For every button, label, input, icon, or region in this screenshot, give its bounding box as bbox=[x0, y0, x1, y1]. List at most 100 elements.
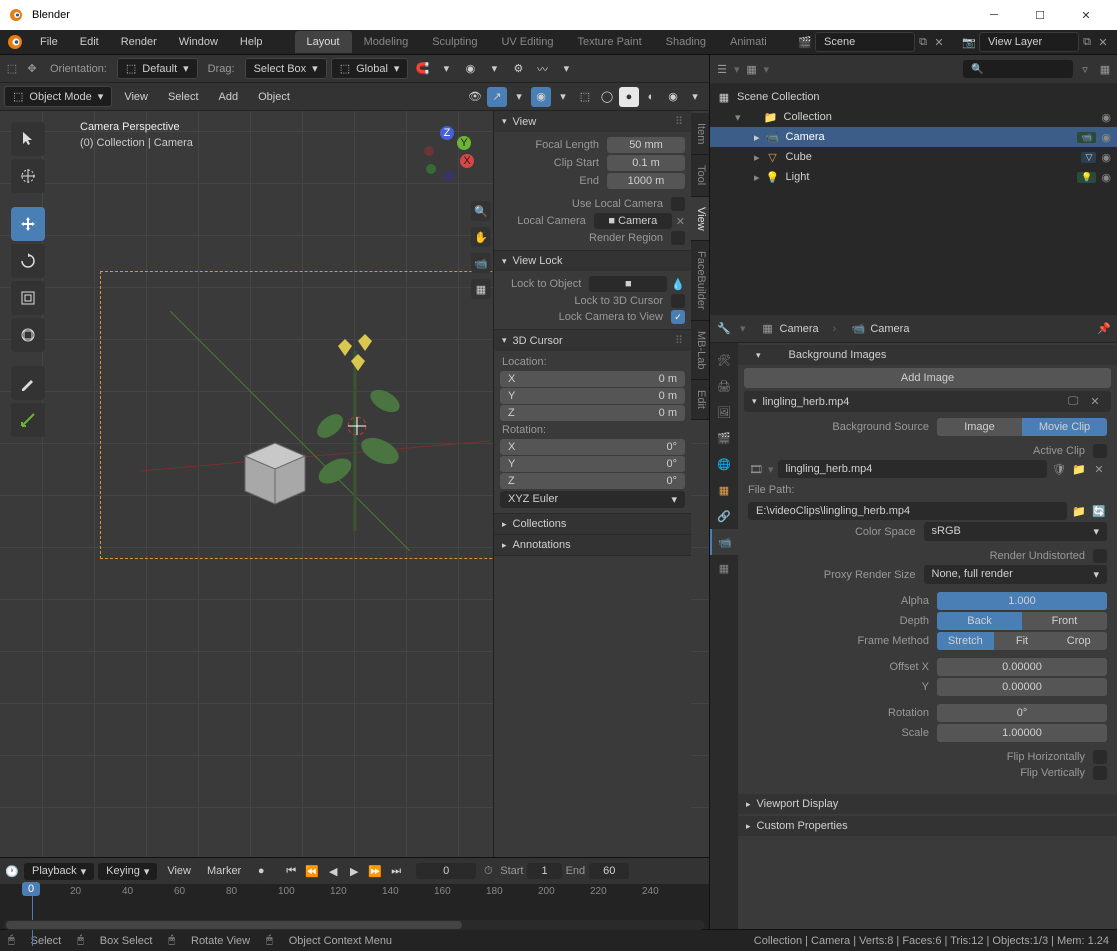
scene-cube[interactable] bbox=[235, 431, 313, 505]
clip-name-field[interactable]: lingling_herb.mp4 bbox=[778, 460, 1047, 478]
frame-stretch[interactable]: Stretch bbox=[937, 632, 994, 650]
add-menu[interactable]: Add bbox=[211, 88, 247, 106]
overlay-toggle-icon[interactable]: ◉ bbox=[531, 87, 551, 107]
playback-dropdown[interactable]: Playback▾ bbox=[24, 863, 94, 880]
gizmo-menu-icon[interactable]: ▾ bbox=[509, 87, 529, 107]
clipend-value[interactable]: 1000 m bbox=[607, 173, 685, 189]
maximize-button[interactable]: ☐ bbox=[1017, 0, 1063, 30]
object-menu[interactable]: Object bbox=[250, 88, 298, 106]
outliner-editor-icon[interactable]: ☰ bbox=[714, 63, 730, 76]
ntab-view[interactable]: View bbox=[691, 197, 709, 242]
cursor-rz[interactable]: Z0° bbox=[500, 473, 685, 489]
annotations-panel-header[interactable]: Annotations bbox=[494, 535, 691, 555]
depth-front[interactable]: Front bbox=[1022, 612, 1107, 630]
visibility-icon[interactable]: ◉ bbox=[1101, 171, 1111, 184]
ptab-camera-data[interactable]: 📹 bbox=[710, 529, 738, 555]
cursor-ry[interactable]: Y0° bbox=[500, 456, 685, 472]
gizmo-toggle-icon[interactable]: ↗ bbox=[487, 87, 507, 107]
cursor-rx[interactable]: X0° bbox=[500, 439, 685, 455]
colorspace-dropdown[interactable]: sRGB▾ bbox=[924, 522, 1108, 541]
tool-measure[interactable] bbox=[11, 403, 45, 437]
scene-browse-icon[interactable]: ⧉ bbox=[915, 36, 931, 49]
visibility-icon[interactable]: ◉ bbox=[1101, 151, 1111, 164]
fake-user-icon[interactable]: 🛡 bbox=[1051, 463, 1067, 476]
play-icon[interactable]: ▶ bbox=[344, 862, 364, 880]
timeline-view-menu[interactable]: View bbox=[161, 862, 197, 880]
collections-panel-header[interactable]: Collections bbox=[494, 514, 691, 534]
ptab-output[interactable]: 🖨 bbox=[710, 373, 738, 399]
lockobj-field[interactable]: ■ bbox=[589, 276, 667, 292]
visibility-icon[interactable]: ◉ bbox=[1101, 111, 1111, 124]
menu-help[interactable]: Help bbox=[230, 32, 273, 52]
tab-animation[interactable]: Animati bbox=[718, 31, 779, 53]
timeline-ruler[interactable]: 0 20 40 60 80 100 120 140 160 180 200 22… bbox=[0, 884, 709, 904]
shading-wireframe-icon[interactable]: ◯ bbox=[597, 87, 617, 107]
playhead[interactable]: 0 bbox=[22, 882, 40, 946]
timeline-editor-icon[interactable]: 🕐 bbox=[4, 865, 20, 878]
menu-render[interactable]: Render bbox=[111, 32, 167, 52]
alpha-slider[interactable]: 1.000 bbox=[937, 592, 1107, 610]
offsety-field[interactable]: 0.00000 bbox=[937, 678, 1107, 696]
options-icon[interactable]: ⚙ bbox=[508, 59, 528, 79]
outliner-search[interactable] bbox=[963, 60, 1073, 78]
transform-dropdown[interactable]: ⬚Global▾ bbox=[331, 58, 409, 79]
scene-icon[interactable]: 🎬 bbox=[797, 36, 813, 49]
viewlayer-browse-icon[interactable]: ⧉ bbox=[1079, 36, 1095, 49]
custom-props-panel-header[interactable]: Custom Properties bbox=[738, 816, 1117, 836]
localcam-checkbox[interactable] bbox=[671, 197, 685, 211]
overlay-menu-icon[interactable]: ▾ bbox=[553, 87, 573, 107]
lockcursor-checkbox[interactable] bbox=[671, 294, 685, 308]
tool-select[interactable] bbox=[11, 122, 45, 156]
snap-icon[interactable]: ✥ bbox=[24, 62, 40, 75]
display-mode-icon[interactable]: ▦ bbox=[744, 63, 760, 76]
ptab-constraints[interactable]: 🔗 bbox=[710, 503, 738, 529]
tab-uvediting[interactable]: UV Editing bbox=[489, 31, 565, 53]
cursor-z[interactable]: Z0 m bbox=[500, 405, 685, 421]
scene-selector[interactable]: Scene bbox=[815, 32, 915, 52]
menu-edit[interactable]: Edit bbox=[70, 32, 109, 52]
ntab-edit[interactable]: Edit bbox=[691, 380, 709, 420]
tab-shading[interactable]: Shading bbox=[654, 31, 718, 53]
eyedrop-icon[interactable]: 💧 bbox=[671, 278, 685, 291]
tab-sculpting[interactable]: Sculpting bbox=[420, 31, 489, 53]
add-image-button[interactable]: Add Image bbox=[744, 368, 1111, 388]
open-file-icon[interactable]: 📁 bbox=[1071, 463, 1087, 476]
pin-icon[interactable]: 📌 bbox=[1097, 322, 1111, 335]
ntab-tool[interactable]: Tool bbox=[691, 155, 709, 196]
viewlock-panel-header[interactable]: View Lock bbox=[494, 251, 691, 271]
start-frame[interactable]: 1 bbox=[527, 863, 561, 879]
lockcam-checkbox[interactable] bbox=[671, 310, 685, 324]
tool-cursor[interactable] bbox=[11, 159, 45, 193]
editor-type-icon[interactable]: ⬚ bbox=[4, 62, 20, 75]
proportional-menu-icon[interactable]: ▾ bbox=[484, 59, 504, 79]
flipv-checkbox[interactable] bbox=[1093, 766, 1107, 780]
rotation-mode-dropdown[interactable]: XYZ Euler ▾ bbox=[500, 491, 685, 508]
viewlayer-icon[interactable]: 📷 bbox=[961, 36, 977, 49]
stopwatch-icon[interactable]: ⏱ bbox=[480, 865, 496, 878]
clip-item-header[interactable]: lingling_herb.mp4🖵✕ bbox=[744, 391, 1111, 412]
remove-icon[interactable]: ✕ bbox=[1087, 395, 1103, 408]
unlink-icon[interactable]: ✕ bbox=[1091, 463, 1107, 476]
browse-icon[interactable]: 📁 bbox=[1071, 505, 1087, 518]
filepath-field[interactable]: E:\videoClips\lingling_herb.mp4 bbox=[748, 502, 1067, 520]
bgrot-field[interactable]: 0° bbox=[937, 704, 1107, 722]
view-panel-header[interactable]: View⠿ bbox=[494, 111, 691, 132]
shading-menu-icon[interactable]: ▾ bbox=[685, 87, 705, 107]
bgscale-field[interactable]: 1.00000 bbox=[937, 724, 1107, 742]
keyframe-prev-icon[interactable]: ⏪ bbox=[302, 862, 322, 880]
bgsource-image[interactable]: Image bbox=[937, 418, 1022, 436]
perspective-icon[interactable]: ▦ bbox=[471, 279, 491, 299]
tab-modeling[interactable]: Modeling bbox=[352, 31, 421, 53]
falloff-icon[interactable]: 〰 bbox=[532, 59, 552, 79]
tree-camera[interactable]: ▸📹Camera📹◉ bbox=[710, 127, 1117, 147]
reload-icon[interactable]: 🔄 bbox=[1091, 505, 1107, 518]
snap-menu-icon[interactable]: ▾ bbox=[436, 59, 456, 79]
ptab-render[interactable]: 🛠 bbox=[710, 347, 738, 373]
shading-lookdev-icon[interactable]: ◐ bbox=[641, 87, 661, 107]
cursor-panel-header[interactable]: 3D Cursor⠿ bbox=[494, 330, 691, 351]
mode-dropdown[interactable]: ⬚Object Mode▾ bbox=[4, 86, 112, 107]
drag-dropdown[interactable]: Select Box▾ bbox=[245, 58, 327, 79]
tool-move[interactable] bbox=[11, 207, 45, 241]
ntab-mblab[interactable]: MB-Lab bbox=[691, 321, 709, 381]
minimize-button[interactable]: ─ bbox=[971, 0, 1017, 30]
